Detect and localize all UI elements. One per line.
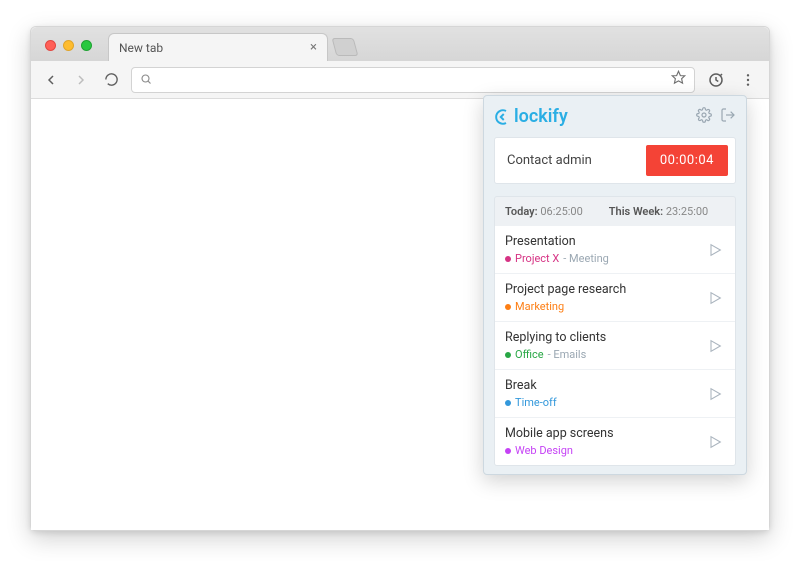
logout-icon[interactable] bbox=[720, 107, 736, 127]
summary-today: Today: 06:25:00 bbox=[505, 205, 583, 218]
play-icon[interactable] bbox=[705, 432, 725, 452]
play-icon[interactable] bbox=[705, 288, 725, 308]
summary-week-value: 23:25:00 bbox=[666, 205, 708, 218]
project-color-dot bbox=[505, 448, 511, 454]
recent-entries-list: Presentation Project X - Meeting Project p… bbox=[494, 226, 736, 466]
brand-text: lockify bbox=[514, 106, 568, 127]
project-color-dot bbox=[505, 400, 511, 406]
summary-today-value: 06:25:00 bbox=[540, 205, 582, 218]
project-name: Office bbox=[515, 348, 544, 361]
popup-header: lockify bbox=[494, 106, 736, 127]
toolbar bbox=[31, 61, 769, 99]
search-icon bbox=[140, 70, 152, 89]
window-controls bbox=[39, 40, 98, 61]
project-name: Web Design bbox=[515, 444, 573, 457]
time-entry-title: Presentation bbox=[505, 234, 609, 249]
close-tab-icon[interactable]: × bbox=[310, 40, 317, 55]
tab-title: New tab bbox=[119, 41, 163, 55]
play-icon[interactable] bbox=[705, 336, 725, 356]
clockify-logo: lockify bbox=[494, 106, 568, 127]
time-entry-info: Break Time-off bbox=[505, 378, 557, 409]
play-icon[interactable] bbox=[705, 240, 725, 260]
time-entry-info: Presentation Project X - Meeting bbox=[505, 234, 609, 265]
summary-today-label: Today: bbox=[505, 205, 538, 218]
play-icon[interactable] bbox=[705, 384, 725, 404]
time-entry-row[interactable]: Presentation Project X - Meeting bbox=[495, 226, 735, 273]
time-entry-meta: Project X - Meeting bbox=[505, 252, 609, 265]
time-entry-title: Project page research bbox=[505, 282, 626, 297]
maximize-window-button[interactable] bbox=[81, 40, 92, 51]
time-entry-info: Mobile app screens Web Design bbox=[505, 426, 614, 457]
forward-button[interactable] bbox=[71, 70, 91, 90]
time-summary-bar: Today: 06:25:00 This Week: 23:25:00 bbox=[494, 196, 736, 226]
task-name: - Meeting bbox=[563, 252, 609, 265]
current-time-entry: Contact admin 00:00:04 bbox=[494, 137, 736, 184]
minimize-window-button[interactable] bbox=[63, 40, 74, 51]
address-bar[interactable] bbox=[131, 67, 695, 93]
bookmark-star-icon[interactable] bbox=[671, 70, 686, 89]
project-name: Time-off bbox=[515, 396, 557, 409]
back-button[interactable] bbox=[41, 70, 61, 90]
time-entry-title: Mobile app screens bbox=[505, 426, 614, 441]
reload-button[interactable] bbox=[101, 70, 121, 90]
time-entry-info: Project page research Marketing bbox=[505, 282, 626, 313]
time-entry-row[interactable]: Break Time-off bbox=[495, 369, 735, 417]
project-color-dot bbox=[505, 256, 511, 262]
clockify-extension-icon[interactable] bbox=[705, 69, 727, 91]
time-entry-meta: Office - Emails bbox=[505, 348, 606, 361]
project-name: Marketing bbox=[515, 300, 564, 313]
time-entry-row[interactable]: Mobile app screens Web Design bbox=[495, 417, 735, 465]
current-entry-description[interactable]: Contact admin bbox=[507, 153, 592, 168]
summary-week-label: This Week: bbox=[609, 205, 663, 218]
project-color-dot bbox=[505, 352, 511, 358]
time-entry-row[interactable]: Replying to clients Office - Emails bbox=[495, 321, 735, 369]
clockify-popup: lockify Contact admin 00:00:04 Today: 06… bbox=[483, 95, 747, 475]
close-window-button[interactable] bbox=[45, 40, 56, 51]
time-entry-title: Replying to clients bbox=[505, 330, 606, 345]
new-tab-button[interactable] bbox=[332, 38, 359, 56]
time-entry-meta: Time-off bbox=[505, 396, 557, 409]
time-entry-meta: Web Design bbox=[505, 444, 614, 457]
task-name: - Emails bbox=[548, 348, 587, 361]
time-entry-row[interactable]: Project page research Marketing bbox=[495, 273, 735, 321]
summary-week: This Week: 23:25:00 bbox=[609, 205, 708, 218]
project-color-dot bbox=[505, 304, 511, 310]
time-entry-meta: Marketing bbox=[505, 300, 626, 313]
settings-icon[interactable] bbox=[696, 107, 712, 127]
time-entry-title: Break bbox=[505, 378, 557, 393]
address-input[interactable] bbox=[158, 73, 665, 87]
project-name: Project X bbox=[515, 252, 559, 265]
browser-tab[interactable]: New tab × bbox=[108, 33, 328, 61]
browser-menu-icon[interactable] bbox=[737, 69, 759, 91]
tab-bar: New tab × bbox=[31, 27, 769, 61]
time-entry-info: Replying to clients Office - Emails bbox=[505, 330, 606, 361]
stop-timer-button[interactable]: 00:00:04 bbox=[646, 145, 728, 176]
browser-window: New tab × bbox=[30, 26, 770, 531]
